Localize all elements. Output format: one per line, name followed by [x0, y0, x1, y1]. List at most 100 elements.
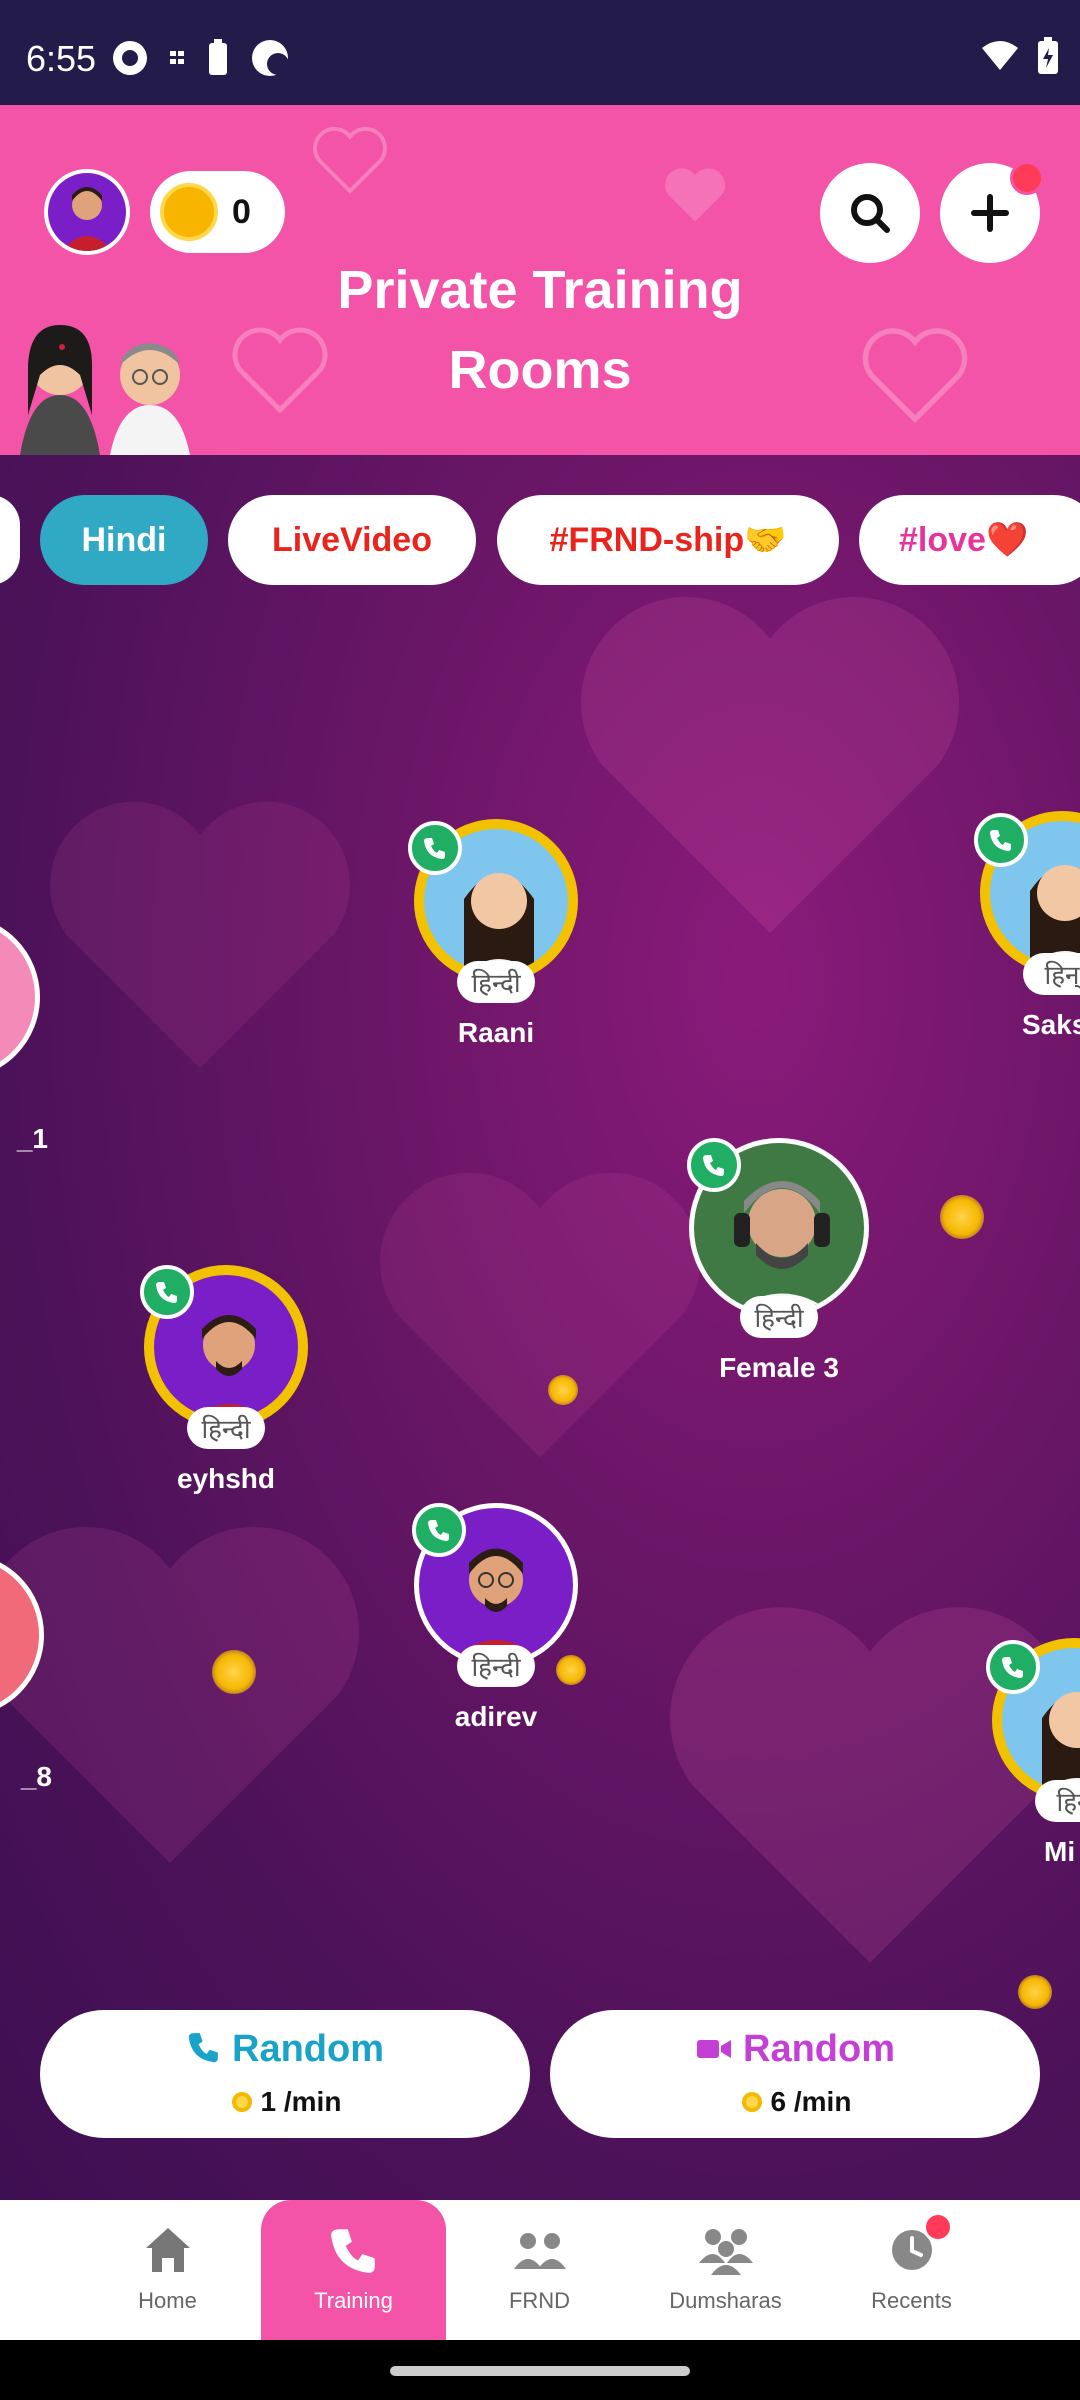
user-card-mi[interactable]: हिन् Mi — [984, 1638, 1080, 1868]
status-time: 6:55 — [26, 38, 97, 79]
group-icon — [698, 2229, 753, 2275]
user-name: adirev — [454, 1701, 538, 1732]
user-name: eyhshd — [176, 1463, 276, 1494]
random-video-rate: 6 /min — [550, 2086, 1040, 2118]
call-available-badge — [986, 1640, 1040, 1694]
random-audio-call-button[interactable]: Random 1 /min — [40, 2010, 530, 2138]
tag-love[interactable]: #love❤️ — [859, 495, 1080, 585]
gesture-bar — [0, 2340, 1080, 2400]
phone-icon — [330, 2229, 375, 2273]
tag-label: #love❤️ — [899, 521, 1029, 559]
couple-illustration — [20, 325, 190, 455]
bokeh-light — [940, 1195, 984, 1239]
call-available-badge — [140, 1265, 194, 1319]
phone-icon — [188, 2033, 218, 2063]
user-card-partial-1[interactable]: _1 — [0, 915, 48, 1155]
rate-text: 1 /min — [260, 2086, 342, 2117]
moon-notification-icon — [252, 40, 289, 76]
coins-balance[interactable]: 0 — [150, 171, 285, 253]
search-button[interactable] — [820, 163, 920, 263]
random-audio-rate: 1 /min — [40, 2086, 530, 2118]
nav-dumsharas[interactable]: Dumsharas — [633, 2200, 818, 2340]
call-available-badge — [408, 821, 462, 875]
background-heart-icon — [380, 1172, 700, 1458]
nav-training[interactable]: Training — [261, 2200, 446, 2340]
tag-label: LiveVideo — [272, 520, 432, 559]
tag-label: Hindi — [81, 520, 167, 559]
random-video-label: Random — [743, 2028, 895, 2070]
phone-icon — [428, 1520, 449, 1541]
coins-value: 0 — [232, 192, 251, 231]
tag-hindi[interactable]: Hindi — [40, 495, 208, 585]
avatar-face-icon — [62, 187, 112, 251]
background-heart-icon — [581, 597, 959, 933]
user-name: _1 — [16, 1123, 48, 1154]
search-icon — [851, 194, 890, 233]
random-video-title: Random — [550, 2028, 1040, 2071]
tag-frnd-ship[interactable]: #FRND-ship🤝 — [497, 495, 839, 585]
home-icon — [145, 2228, 190, 2272]
phone-icon — [703, 1155, 724, 1176]
coin-icon — [741, 2092, 762, 2112]
bokeh-light — [548, 1375, 578, 1405]
status-bar: 6:55 — [0, 0, 1080, 105]
language-badge: हिन्दी — [187, 1407, 265, 1449]
language-badge: हिन्दी — [457, 961, 535, 1003]
user-card-eyhshd[interactable]: हिन्दी eyhshd — [136, 1265, 316, 1495]
app-notification-icon — [113, 41, 147, 75]
background-heart-icon — [0, 1527, 359, 1863]
nav-home[interactable]: Home — [75, 2200, 260, 2340]
user-card-partial-8[interactable]: _8 — [0, 1553, 52, 1793]
user-name: Mi — [1044, 1836, 1076, 1867]
grid-notification-icon — [170, 51, 184, 64]
nav-label: Training — [314, 2288, 393, 2313]
status-notification-icons — [110, 36, 292, 80]
battery-saver-icon — [209, 39, 227, 75]
user-card-female-3[interactable]: हिन्दी Female 3 — [687, 1138, 869, 1384]
rate-text: 6 /min — [770, 2086, 852, 2117]
coin-icon — [231, 2092, 252, 2112]
home-indicator[interactable] — [390, 2366, 690, 2376]
category-tags: Hindi LiveVideo #FRND-ship🤝 #love❤️ — [0, 495, 1080, 587]
bokeh-light — [212, 1650, 256, 1694]
nav-label: Home — [138, 2288, 197, 2313]
bokeh-light — [1018, 1975, 1052, 2009]
call-available-badge — [412, 1503, 466, 1557]
phone-icon — [424, 838, 445, 859]
plus-icon — [971, 194, 1009, 232]
coin-heart-icon — [160, 183, 218, 241]
call-available-badge — [687, 1138, 741, 1192]
notification-dot — [1010, 161, 1044, 195]
user-name: _8 — [20, 1761, 52, 1792]
nav-recents[interactable]: Recents — [819, 2200, 1004, 2340]
user-avatar — [0, 915, 40, 1079]
header: 0 Private Training Rooms — [0, 105, 1080, 455]
language-badge: हिन्दी — [457, 1645, 535, 1687]
user-card-adirev[interactable]: हिन्दी adirev — [406, 1503, 586, 1733]
nav-label: Recents — [871, 2288, 952, 2313]
nav-frnd[interactable]: FRND — [447, 2200, 632, 2340]
profile-avatar[interactable] — [44, 169, 130, 255]
random-audio-label: Random — [232, 2028, 384, 2070]
page-title: Private Training Rooms — [290, 250, 790, 410]
language-badge: हिन्दी — [740, 1296, 818, 1338]
user-card-raani[interactable]: हिन्दी Raani — [406, 819, 586, 1049]
tag-label: #FRND-ship🤝 — [549, 521, 787, 559]
decorative-heart-icon — [665, 168, 725, 222]
bottom-navigation: Home Training FRND Dumsharas Recents — [0, 2200, 1080, 2340]
user-card-saks[interactable]: हिन् Saks — [972, 811, 1080, 1041]
decorative-heart-icon — [862, 328, 968, 423]
add-button[interactable] — [940, 161, 1044, 263]
nav-label: FRND — [508, 2288, 571, 2313]
phone-icon — [156, 1282, 177, 1303]
tag-livevideo[interactable]: LiveVideo — [228, 495, 476, 585]
random-audio-title: Random — [40, 2028, 530, 2071]
tag-partial[interactable] — [0, 495, 20, 585]
battery-icon — [1038, 37, 1058, 74]
notification-dot — [923, 2212, 953, 2242]
video-camera-icon — [697, 2040, 731, 2058]
user-name: Raani — [457, 1017, 535, 1048]
page-title-line1: Private Training — [337, 260, 743, 320]
nav-label: Dumsharas — [669, 2288, 782, 2313]
random-video-call-button[interactable]: Random 6 /min — [550, 2010, 1040, 2138]
